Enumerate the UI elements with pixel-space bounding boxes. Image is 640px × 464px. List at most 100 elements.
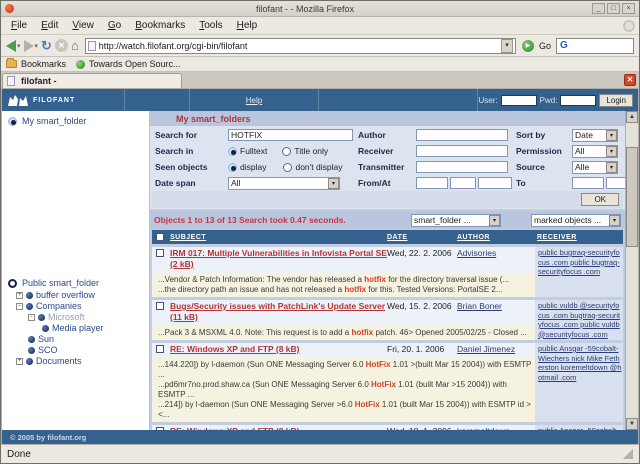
ok-button[interactable]: OK — [581, 193, 619, 206]
subject-link[interactable]: RE: Windows XP and FTP (8 kB) — [168, 344, 387, 355]
receiver-input[interactable] — [416, 145, 508, 157]
back-dropdown-icon[interactable]: ▾ — [17, 42, 21, 50]
tree-item-label[interactable]: Companies — [36, 301, 82, 311]
tree-item-label[interactable]: Media player — [52, 323, 104, 333]
menu-bookmarks[interactable]: Bookmarks — [129, 18, 191, 33]
select-all-checkbox[interactable] — [152, 233, 168, 241]
row-checkbox[interactable] — [152, 248, 168, 257]
chevron-down-icon[interactable]: ▾ — [606, 161, 617, 173]
author-link[interactable]: Daniel Jimenez — [457, 344, 515, 354]
column-date[interactable]: DATE — [387, 234, 457, 241]
to-month-input[interactable] — [606, 177, 625, 189]
user-field[interactable] — [500, 94, 537, 106]
menu-go[interactable]: Go — [102, 18, 127, 33]
sidebar-item-public-smart-folder[interactable]: Public smart_folder — [8, 278, 149, 288]
chevron-down-icon[interactable]: ▾ — [606, 129, 617, 141]
minimize-button[interactable]: _ — [592, 3, 605, 14]
collapse-icon[interactable]: - — [16, 302, 23, 310]
forward-button[interactable]: ▾ — [23, 39, 38, 52]
tree-item-buffer-overflow[interactable]: + buffer overflow — [8, 290, 149, 300]
from-year-input[interactable] — [478, 177, 512, 189]
search-engine-box[interactable]: G — [556, 37, 634, 54]
stop-button[interactable]: ✕ — [54, 39, 68, 52]
receiver-links[interactable]: public Ansgar -59cobalt- Wiechers nick M… — [538, 344, 622, 382]
menu-view[interactable]: View — [66, 18, 100, 33]
radio-selected-icon[interactable] — [228, 146, 237, 156]
bookmark-item[interactable]: Towards Open Sourc... — [89, 59, 181, 69]
checkbox-icon[interactable] — [156, 233, 164, 241]
title-only-radio[interactable]: Title only — [282, 146, 328, 156]
home-button[interactable]: ⌂ — [71, 39, 79, 52]
login-button[interactable]: Login — [599, 93, 633, 107]
to-day-input[interactable] — [572, 177, 604, 189]
source-select[interactable]: Alle ▾ — [572, 160, 618, 174]
back-button[interactable]: ▾ — [6, 39, 21, 52]
menu-file[interactable]: File — [5, 18, 33, 33]
reload-button[interactable]: ↻ — [41, 39, 52, 52]
from-day-input[interactable] — [416, 177, 448, 189]
url-bar[interactable]: http://watch.filofant.org/cgi-bin/filofa… — [84, 37, 516, 54]
radio-selected-icon[interactable] — [8, 116, 17, 126]
column-subject[interactable]: SUBJECT — [168, 234, 387, 241]
subject-link[interactable]: IRM 017: Multiple Vulnerabilities in Inf… — [168, 248, 387, 270]
from-month-input[interactable] — [450, 177, 476, 189]
resize-grip[interactable] — [623, 449, 633, 459]
author-link[interactable]: Advisories — [457, 248, 496, 258]
permission-select[interactable]: All ▾ — [572, 144, 618, 158]
scrollbar-thumb[interactable] — [626, 146, 638, 247]
folder-ring-icon[interactable] — [8, 278, 17, 288]
author-link[interactable]: Brian Boner — [457, 301, 502, 311]
menu-help[interactable]: Help — [231, 18, 264, 33]
marked-objects-select[interactable]: marked objects ... ▾ — [531, 213, 621, 227]
tree-item-documents[interactable]: + Documents — [8, 356, 149, 366]
menu-edit[interactable]: Edit — [35, 18, 64, 33]
display-radio[interactable]: display — [228, 162, 266, 172]
tree-item-label[interactable]: buffer overflow — [36, 290, 95, 300]
tree-item-media-player[interactable]: Media player — [8, 323, 149, 333]
url-text[interactable]: http://watch.filofant.org/cgi-bin/filofa… — [99, 41, 501, 51]
transmitter-input[interactable] — [416, 161, 508, 173]
my-smart-folder-label[interactable]: My smart_folder — [22, 116, 87, 126]
subject-link[interactable]: Bugs/Security issues with PatchLink's Up… — [168, 301, 387, 323]
chevron-down-icon[interactable]: ▾ — [328, 177, 339, 189]
date-span-select[interactable]: All ▾ — [228, 176, 340, 190]
tab-filofant[interactable]: filofant - — [2, 73, 182, 88]
radio-icon[interactable] — [282, 146, 292, 156]
url-dropdown-icon[interactable]: ▾ — [500, 38, 513, 53]
receiver-links[interactable]: public vuldb @securityfocus .com bugtraq… — [538, 301, 620, 339]
public-smart-folder-label[interactable]: Public smart_folder — [22, 278, 99, 288]
bookmarks-menu[interactable]: Bookmarks — [21, 59, 66, 69]
tree-item-microsoft[interactable]: - Microsoft — [8, 312, 149, 322]
scroll-up-icon[interactable]: ▲ — [626, 111, 638, 123]
column-author[interactable]: AUTHOR — [457, 234, 535, 241]
tree-item-label[interactable]: Sun — [38, 334, 54, 344]
maximize-button[interactable]: □ — [607, 3, 620, 14]
tab-close-button[interactable]: ✕ — [624, 74, 636, 86]
go-icon[interactable]: ▶ — [521, 39, 534, 52]
radio-icon[interactable] — [283, 162, 293, 172]
close-button[interactable]: × — [622, 3, 635, 14]
checkbox-icon[interactable] — [156, 345, 164, 353]
sort-by-select[interactable]: Date ▾ — [572, 128, 618, 142]
expand-icon[interactable]: + — [16, 357, 23, 365]
chevron-down-icon[interactable]: ▾ — [609, 214, 620, 226]
radio-selected-icon[interactable] — [228, 162, 237, 172]
receiver-links[interactable]: public bugtraq-securityfocus .com public… — [538, 248, 620, 276]
go-button[interactable]: Go — [539, 41, 551, 51]
tree-item-sun[interactable]: Sun — [8, 334, 149, 344]
help-link[interactable]: Help — [246, 96, 262, 105]
sidebar-item-my-smart-folder[interactable]: My smart_folder — [8, 116, 149, 126]
checkbox-icon[interactable] — [156, 302, 164, 310]
fulltext-radio[interactable]: Fulltext — [228, 146, 267, 156]
scrollbar-track[interactable] — [626, 123, 638, 418]
row-checkbox[interactable] — [152, 344, 168, 353]
search-for-input[interactable] — [228, 129, 353, 141]
chevron-down-icon[interactable]: ▾ — [489, 214, 500, 226]
expand-icon[interactable]: + — [16, 291, 23, 299]
tree-item-companies[interactable]: - Companies — [8, 301, 149, 311]
dont-display-radio[interactable]: don't display — [283, 162, 342, 172]
author-input[interactable] — [416, 129, 508, 141]
checkbox-icon[interactable] — [156, 249, 164, 257]
chevron-down-icon[interactable]: ▾ — [606, 145, 617, 157]
page-scrollbar[interactable]: ▲ ▼ — [625, 111, 638, 430]
